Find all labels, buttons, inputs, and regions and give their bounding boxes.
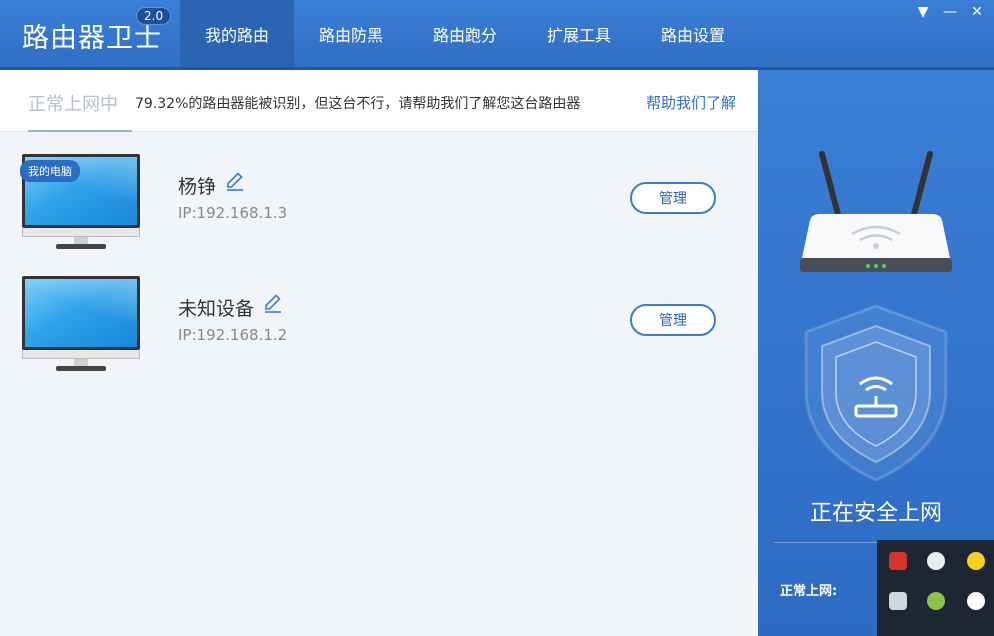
tab-my-router[interactable]: 我的路由 — [180, 0, 294, 67]
system-tray-popup — [877, 540, 994, 636]
tray-shield-check-icon[interactable] — [889, 592, 907, 610]
my-computer-badge: 我的电脑 — [20, 160, 80, 182]
close-button[interactable]: ✕ — [967, 4, 987, 20]
tab-extension-tools[interactable]: 扩展工具 — [522, 0, 636, 67]
main-nav: 我的路由 路由防黑 路由跑分 扩展工具 路由设置 — [180, 0, 750, 67]
device-ip: IP:192.168.1.3 — [178, 204, 288, 222]
online-status-label: 正常上网: — [780, 584, 838, 599]
device-name: 未知设备 — [178, 298, 255, 320]
tray-wechat-icon[interactable] — [967, 592, 985, 610]
device-list-panel: 正常上网中 79.32%的路由器能被识别，但这台不行，请帮助我们了解您这台路由器… — [0, 70, 758, 636]
safe-browsing-text: 正在安全上网 — [809, 501, 942, 526]
network-status-text: 正常上网中 — [28, 94, 118, 115]
tab-router-antihack[interactable]: 路由防黑 — [294, 0, 408, 67]
router-icon — [800, 151, 952, 272]
device-ip: IP:192.168.1.2 — [178, 326, 288, 344]
status-notice-bar: 正常上网中 79.32%的路由器能被识别，但这台不行，请帮助我们了解您这台路由器… — [0, 70, 758, 132]
device-name: 杨铮 — [178, 176, 217, 198]
status-underline — [28, 130, 132, 132]
menu-dropdown-icon[interactable]: ▼ — [913, 4, 933, 20]
version-badge: 2.0 — [136, 7, 172, 25]
tray-satellite-icon[interactable] — [927, 552, 945, 570]
tray-security-icon[interactable] — [927, 592, 945, 610]
tray-add-icon[interactable] — [967, 552, 985, 570]
edit-pencil-icon[interactable] — [224, 170, 246, 192]
minimize-button[interactable]: — — [940, 4, 960, 20]
shield-icon — [804, 304, 948, 482]
title-bar: 路由器卫士 2.0 我的路由 路由防黑 路由跑分 扩展工具 路由设置 ▼ — ✕ — [0, 0, 994, 70]
manage-button[interactable]: 管理 — [630, 182, 716, 214]
device-row: 我的电脑 杨铮 IP:192.168.1.3 管理 — [0, 154, 758, 264]
edit-pencil-icon[interactable] — [262, 292, 284, 314]
manage-button[interactable]: 管理 — [630, 304, 716, 336]
tray-app-icon[interactable] — [889, 552, 907, 570]
device-row: 未知设备 IP:192.168.1.2 管理 — [0, 276, 758, 386]
notice-message: 79.32%的路由器能被识别，但这台不行，请帮助我们了解您这台路由器 — [135, 96, 581, 112]
tab-router-settings[interactable]: 路由设置 — [636, 0, 750, 67]
tab-router-benchmark[interactable]: 路由跑分 — [408, 0, 522, 67]
computer-icon — [22, 276, 142, 371]
help-us-link[interactable]: 帮助我们了解 — [646, 92, 736, 113]
